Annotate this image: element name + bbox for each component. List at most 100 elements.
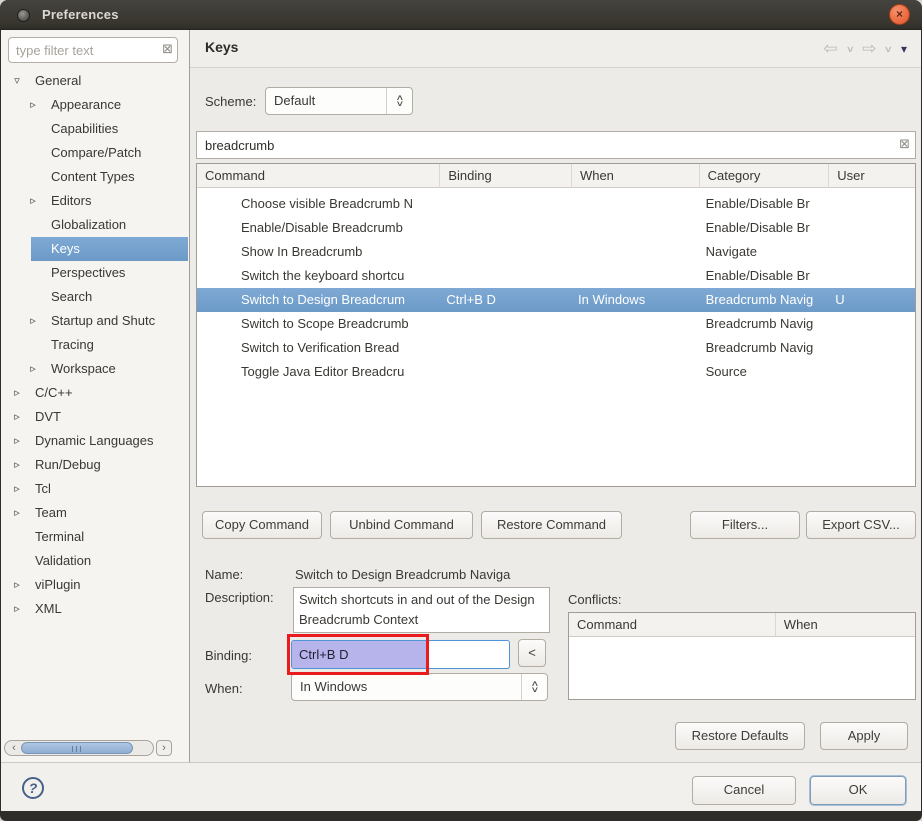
preferences-window: Preferences × ⊠ ▿General▹AppearanceCapab… — [0, 0, 922, 821]
forward-icon[interactable]: ⇨ — [862, 40, 876, 58]
sidebar-item-tcl[interactable]: ▹ Tcl — [0, 477, 188, 501]
sidebar-item-xml[interactable]: ▹XML — [0, 597, 188, 621]
combo-spinner-icon: ∧∨ — [386, 88, 412, 114]
description-textarea[interactable]: Switch shortcuts in and out of the Desig… — [293, 587, 550, 633]
scrollbar-thumb[interactable] — [21, 742, 133, 754]
expander-collapsed-icon[interactable]: ▹ — [10, 501, 24, 525]
unbind-command-button[interactable]: Unbind Command — [330, 511, 473, 539]
sidebar-item-compare-patch[interactable]: Compare/Patch — [0, 141, 188, 165]
table-row-switch-to-verification-bread[interactable]: Switch to Verification BreadBreadcrumb N… — [197, 336, 915, 360]
sidebar-hscrollbar[interactable]: ‹ — [4, 740, 154, 756]
table-row-enable-disable-breadcrumb[interactable]: Enable/Disable BreadcrumbEnable/Disable … — [197, 216, 915, 240]
sidebar-item-perspectives[interactable]: Perspectives — [0, 261, 188, 285]
conflicts-column-when[interactable]: When — [776, 613, 915, 637]
sidebar-item-label: C/C++ — [35, 381, 73, 405]
sidebar-item-label: Capabilities — [51, 117, 118, 141]
sidebar-item-globalization[interactable]: Globalization — [0, 213, 188, 237]
sidebar-item-editors[interactable]: ▹Editors — [0, 189, 188, 213]
restore-defaults-button[interactable]: Restore Defaults — [675, 722, 805, 750]
column-header-command[interactable]: Command — [197, 164, 440, 188]
cell-category: Source — [700, 360, 830, 384]
expander-collapsed-icon[interactable]: ▹ — [26, 93, 40, 117]
sidebar-item-label: Keys — [51, 237, 80, 261]
thumb-grip — [72, 746, 83, 752]
export-csv-button[interactable]: Export CSV... — [806, 511, 916, 539]
sidebar-item-c-c[interactable]: ▹ C/C++ — [0, 381, 188, 405]
search-input[interactable] — [196, 131, 916, 159]
filters-button[interactable]: Filters... — [690, 511, 800, 539]
scroll-left-icon[interactable]: ‹ — [8, 741, 20, 755]
filter-input[interactable] — [8, 37, 178, 63]
binding-options-button[interactable]: < — [518, 639, 546, 667]
sidebar-item-keys[interactable]: Keys — [0, 237, 188, 261]
sidebar-item-tracing[interactable]: Tracing — [0, 333, 188, 357]
table-row-toggle-java-editor-breadcru[interactable]: Toggle Java Editor BreadcruSource — [197, 360, 915, 384]
expander-collapsed-icon[interactable]: ▹ — [10, 573, 24, 597]
back-icon[interactable]: ⇦ — [823, 40, 837, 58]
cell-user — [829, 264, 915, 288]
sidebar-item-general[interactable]: ▿General — [0, 69, 188, 93]
cell-binding — [440, 264, 572, 288]
sidebar-item-dvt[interactable]: ▹DVT — [0, 405, 188, 429]
expander-collapsed-icon[interactable]: ▹ — [26, 357, 40, 381]
expander-collapsed-icon[interactable]: ▹ — [10, 405, 24, 429]
expander-collapsed-icon[interactable]: ▹ — [10, 429, 24, 453]
sidebar-item-search[interactable]: Search — [0, 285, 188, 309]
cell-command: Choose visible Breadcrumb N — [197, 192, 440, 216]
view-menu-icon[interactable]: ▾ — [901, 40, 907, 58]
column-header-binding[interactable]: Binding — [440, 164, 572, 188]
expander-collapsed-icon[interactable]: ▹ — [10, 453, 24, 477]
close-icon[interactable]: × — [889, 4, 910, 25]
sidebar-item-startup-and-shutc[interactable]: ▹Startup and Shutc — [0, 309, 188, 333]
cell-command: Switch to Scope Breadcrumb — [197, 312, 440, 336]
sidebar-item-label: Run/Debug — [35, 453, 101, 477]
column-header-category[interactable]: Category — [700, 164, 830, 188]
table-row-switch-to-scope-breadcrumb[interactable]: Switch to Scope BreadcrumbBreadcrumb Nav… — [197, 312, 915, 336]
copy-command-button[interactable]: Copy Command — [202, 511, 322, 539]
sidebar-item-appearance[interactable]: ▹Appearance — [0, 93, 188, 117]
sidebar-item-label: Tcl — [35, 477, 51, 501]
clear-filter-icon[interactable]: ⊠ — [162, 41, 173, 57]
when-label: When: — [205, 681, 243, 696]
table-row-show-in-breadcrumb[interactable]: Show In BreadcrumbNavigate — [197, 240, 915, 264]
expander-collapsed-icon[interactable]: ▹ — [10, 597, 24, 621]
ok-button[interactable]: OK — [810, 776, 906, 805]
help-icon[interactable]: ? — [22, 777, 44, 799]
sidebar-item-label: Terminal — [35, 525, 84, 549]
clear-search-icon[interactable]: ⊠ — [899, 136, 910, 152]
when-select[interactable]: In Windows ∧∨ — [291, 673, 548, 701]
table-row-switch-the-keyboard-shortcu[interactable]: Switch the keyboard shortcuEnable/Disabl… — [197, 264, 915, 288]
cell-when — [572, 216, 700, 240]
table-row-switch-to-design-breadcrum[interactable]: Switch to Design BreadcrumCtrl+B DIn Win… — [197, 288, 915, 312]
sidebar-item-run-debug[interactable]: ▹ Run/Debug — [0, 453, 188, 477]
column-header-user[interactable]: User — [829, 164, 915, 188]
expander-collapsed-icon[interactable]: ▹ — [10, 477, 24, 501]
sidebar-item-terminal[interactable]: Terminal — [0, 525, 188, 549]
titlebar[interactable]: Preferences × — [0, 0, 922, 30]
back-dropdown-icon[interactable]: ∨ — [845, 40, 854, 58]
table-row-choose-visible-breadcrumb-n[interactable]: Choose visible Breadcrumb NEnable/Disabl… — [197, 192, 915, 216]
sidebar-item-dynamic-languages[interactable]: ▹Dynamic Languages — [0, 429, 188, 453]
cell-when — [572, 312, 700, 336]
forward-dropdown-icon[interactable]: ∨ — [884, 40, 893, 58]
restore-command-button[interactable]: Restore Command — [481, 511, 622, 539]
combo-spinner-icon: ∧∨ — [521, 674, 547, 700]
sidebar-item-capabilities[interactable]: Capabilities — [0, 117, 188, 141]
expander-collapsed-icon[interactable]: ▹ — [26, 309, 40, 333]
window-menu-icon[interactable] — [17, 9, 30, 22]
sidebar-item-team[interactable]: ▹Team — [0, 501, 188, 525]
expander-collapsed-icon[interactable]: ▹ — [10, 381, 24, 405]
sidebar-item-validation[interactable]: Validation — [0, 549, 188, 573]
expander-expanded-icon[interactable]: ▿ — [10, 69, 24, 93]
sidebar-item-viplugin[interactable]: ▹viPlugin — [0, 573, 188, 597]
expander-collapsed-icon[interactable]: ▹ — [26, 189, 40, 213]
scroll-right-button[interactable]: › — [156, 740, 172, 756]
apply-button[interactable]: Apply — [820, 722, 908, 750]
when-value: In Windows — [300, 679, 367, 694]
conflicts-column-command[interactable]: Command — [569, 613, 776, 637]
sidebar-item-content-types[interactable]: Content Types — [0, 165, 188, 189]
cancel-button[interactable]: Cancel — [692, 776, 796, 805]
column-header-when[interactable]: When — [572, 164, 700, 188]
sidebar-item-workspace[interactable]: ▹Workspace — [0, 357, 188, 381]
scheme-select[interactable]: Default ∧∨ — [265, 87, 413, 115]
